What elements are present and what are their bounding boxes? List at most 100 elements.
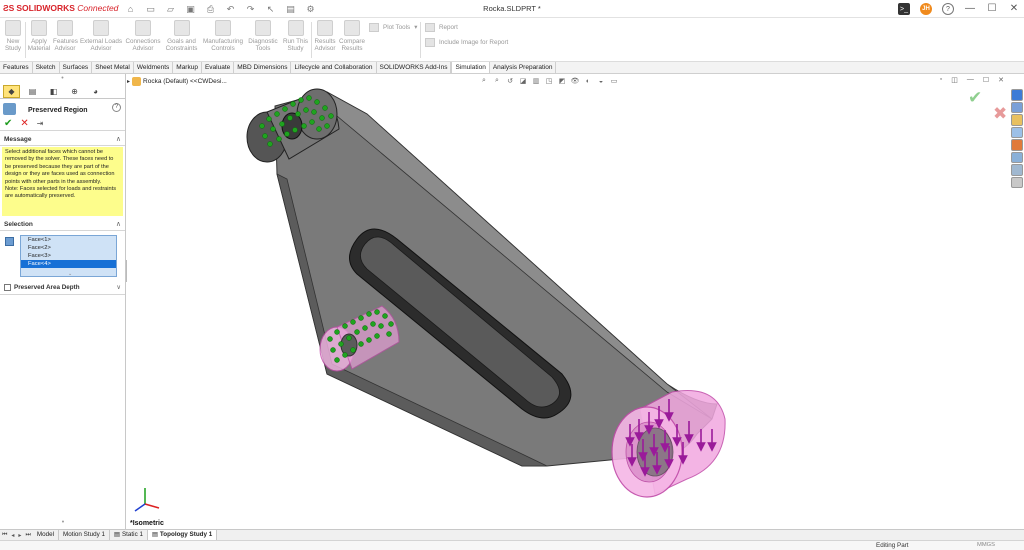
tab-scroll-next-icon[interactable]: ▸ bbox=[16, 532, 23, 539]
custom-properties-icon[interactable] bbox=[1011, 151, 1023, 163]
ok-checkmark-icon[interactable]: ✔ bbox=[4, 118, 12, 129]
hide-show-icon[interactable]: 👁 bbox=[570, 76, 580, 86]
dimxpert-tab-icon[interactable]: ⊕ bbox=[66, 85, 83, 98]
apply-material-button[interactable]: Apply Material bbox=[27, 20, 51, 52]
chevron-up-icon[interactable]: ∧ bbox=[116, 219, 121, 231]
selection-group-header[interactable]: Selection ∧ bbox=[0, 219, 125, 231]
tab-mbd-dimensions[interactable]: MBD Dimensions bbox=[234, 62, 292, 73]
tab-addins[interactable]: SOLIDWORKS Add-Ins bbox=[377, 62, 452, 73]
help-icon[interactable]: ? bbox=[112, 103, 121, 112]
zoom-to-fit-icon[interactable]: ⌕ bbox=[479, 76, 489, 86]
plot-tools-button[interactable]: Plot Tools ▾ bbox=[369, 23, 417, 32]
report-button[interactable]: Report bbox=[425, 23, 458, 32]
tab-weldments[interactable]: Weldments bbox=[134, 62, 174, 73]
tab-model[interactable]: Model bbox=[33, 530, 59, 540]
tab-lifecycle[interactable]: Lifecycle and Collaboration bbox=[291, 62, 377, 73]
design-library-icon[interactable] bbox=[1011, 101, 1023, 113]
diagnostic-tools-button[interactable]: Diagnostic Tools bbox=[246, 20, 280, 52]
previous-view-icon[interactable]: ↺ bbox=[505, 76, 515, 86]
close-view-icon[interactable]: ✕ bbox=[998, 76, 1004, 84]
connections-advisor-button[interactable]: Connections Advisor bbox=[125, 20, 161, 52]
view-settings-icon[interactable]: ▭ bbox=[609, 76, 619, 86]
minimize-icon[interactable]: — bbox=[964, 2, 976, 16]
zoom-to-area-icon[interactable]: ⌕ bbox=[492, 76, 502, 86]
list-item[interactable]: Face<2> bbox=[21, 244, 116, 252]
selected-faces-list[interactable]: Face<1> Face<2> Face<3> Face<4> ⌄ bbox=[20, 235, 117, 277]
tab-markup[interactable]: Markup bbox=[173, 62, 202, 73]
forum-icon[interactable] bbox=[1011, 164, 1023, 176]
preserved-area-depth-row[interactable]: Preserved Area Depth ∨ bbox=[0, 281, 125, 295]
edit-appearance-icon[interactable]: ◐ bbox=[583, 76, 593, 86]
tab-surfaces[interactable]: Surfaces bbox=[60, 62, 93, 73]
apply-scene-icon[interactable]: ◒ bbox=[596, 76, 606, 86]
list-item[interactable]: Face<4> bbox=[21, 260, 116, 268]
section-view-icon[interactable]: ◪ bbox=[518, 76, 528, 86]
restore-view-icon[interactable]: ▫ bbox=[940, 76, 942, 84]
pin-icon[interactable]: ⇥ bbox=[37, 119, 44, 128]
maximize-view-icon[interactable]: ☐ bbox=[983, 76, 989, 84]
user-avatar[interactable]: JH bbox=[920, 3, 932, 15]
preserved-area-depth-checkbox[interactable] bbox=[4, 284, 11, 291]
tab-analysis-preparation[interactable]: Analysis Preparation bbox=[490, 62, 557, 73]
cancel-x-icon[interactable]: ✕ bbox=[20, 118, 28, 129]
property-manager-tab-icon[interactable]: ▤ bbox=[24, 85, 41, 98]
panel-bottom-grip[interactable]: • bbox=[0, 519, 126, 526]
new-study-button[interactable]: New Study bbox=[3, 20, 23, 52]
manufacturing-controls-button[interactable]: Manufacturing Controls bbox=[201, 20, 245, 52]
features-advisor-button[interactable]: Features Advisor bbox=[53, 20, 78, 52]
tab-scroll-prev-icon[interactable]: ◂ bbox=[9, 532, 16, 539]
minimize-view-icon[interactable]: — bbox=[967, 76, 974, 84]
tab-simulation[interactable]: Simulation bbox=[451, 62, 490, 73]
units-indicator[interactable]: MMGS bbox=[977, 542, 995, 548]
panel-collapse-grip[interactable]: • bbox=[0, 74, 125, 85]
3dexperience-icon[interactable] bbox=[1011, 176, 1023, 188]
chevron-up-icon[interactable]: ∧ bbox=[116, 134, 121, 146]
list-item[interactable]: Face<1> bbox=[21, 236, 116, 244]
tab-features[interactable]: Features bbox=[0, 62, 33, 73]
include-image-report-button[interactable]: Include Image for Report bbox=[425, 38, 508, 47]
tab-static[interactable]: ▤ Static 1 bbox=[110, 530, 148, 540]
help-icon[interactable]: ? bbox=[942, 3, 954, 15]
heads-up-view-toolbar: ⌕ ⌕ ↺ ◪ ▥ ◳ ◩ 👁 ◐ ◒ ▭ bbox=[479, 76, 619, 86]
run-study-button[interactable]: Run This Study bbox=[282, 20, 309, 52]
goals-constraints-button[interactable]: Goals and Constraints bbox=[163, 20, 200, 52]
chevron-down-icon[interactable]: ∨ bbox=[116, 284, 121, 291]
tab-sketch[interactable]: Sketch bbox=[33, 62, 60, 73]
view-palette-icon[interactable] bbox=[1011, 126, 1023, 138]
configuration-manager-tab-icon[interactable]: ◧ bbox=[45, 85, 62, 98]
tab-motion-study[interactable]: Motion Study 1 bbox=[59, 530, 111, 540]
message-group-header[interactable]: Message ∧ bbox=[0, 134, 125, 146]
results-advisor-button[interactable]: Results Advisor bbox=[313, 20, 337, 52]
part-model[interactable] bbox=[127, 74, 1010, 529]
external-loads-icon bbox=[93, 20, 109, 36]
terminal-icon[interactable]: >_ bbox=[898, 3, 910, 15]
maximize-icon[interactable]: ☐ bbox=[986, 2, 998, 16]
tab-evaluate[interactable]: Evaluate bbox=[202, 62, 235, 73]
confirm-ok-icon[interactable]: ✔ bbox=[968, 88, 982, 108]
solidworks-resources-icon[interactable] bbox=[1011, 89, 1023, 101]
feature-manager-tab-icon[interactable]: ◆ bbox=[3, 85, 20, 98]
appearances-icon[interactable] bbox=[1011, 139, 1023, 151]
tile-view-icon[interactable]: ◫ bbox=[951, 76, 958, 84]
list-item[interactable]: Face<3> bbox=[21, 252, 116, 260]
study-tabs: ⏮ ◂ ▸ ⏭ Model Motion Study 1 ▤ Static 1 ▤… bbox=[0, 529, 1024, 540]
close-icon[interactable]: ✕ bbox=[1008, 2, 1020, 16]
compare-icon bbox=[344, 20, 360, 36]
ribbon-divider bbox=[420, 22, 421, 58]
tab-scroll-first-icon[interactable]: ⏮ bbox=[0, 532, 9, 539]
external-loads-advisor-button[interactable]: External Loads Advisor bbox=[79, 20, 123, 52]
compare-results-button[interactable]: Compare Results bbox=[339, 20, 365, 52]
file-explorer-icon[interactable] bbox=[1011, 114, 1023, 126]
view-orientation-icon[interactable]: ◳ bbox=[544, 76, 554, 86]
tab-sheet-metal[interactable]: Sheet Metal bbox=[92, 62, 134, 73]
display-style-icon[interactable]: ◩ bbox=[557, 76, 567, 86]
feature-tree-flyout[interactable]: ▸ Rocka (Default) <<CWDesi... bbox=[127, 77, 227, 86]
tab-topology-study[interactable]: ▤ Topology Study 1 bbox=[147, 530, 218, 540]
graphics-area[interactable]: ▸ Rocka (Default) <<CWDesi... ⌕ ⌕ ↺ ◪ ▥ … bbox=[127, 74, 1010, 529]
confirm-cancel-icon[interactable]: ✖ bbox=[993, 104, 1007, 124]
tab-scroll-last-icon[interactable]: ⏭ bbox=[23, 532, 32, 539]
dynamic-annotation-icon[interactable]: ▥ bbox=[531, 76, 541, 86]
expand-arrow-icon[interactable]: ▸ bbox=[127, 78, 130, 85]
display-manager-tab-icon[interactable]: ◕ bbox=[87, 85, 104, 98]
list-resize-grip[interactable]: ⌄ bbox=[68, 271, 72, 277]
